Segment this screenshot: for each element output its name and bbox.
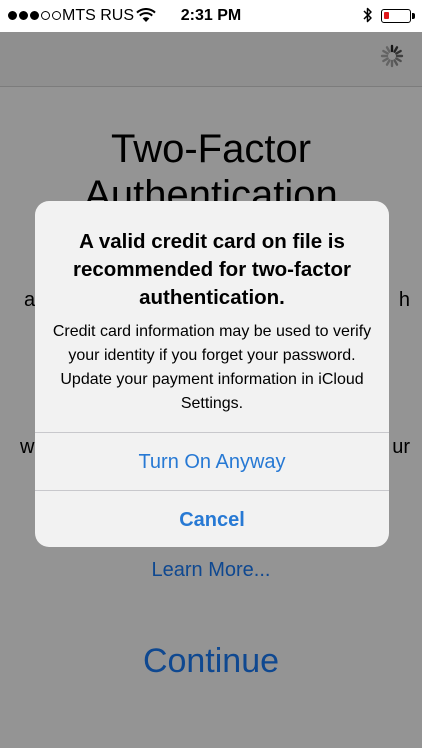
clock: 2:31 PM	[180, 7, 242, 24]
battery-level	[384, 12, 389, 19]
cancel-button[interactable]: Cancel	[35, 491, 389, 547]
bluetooth-icon	[363, 7, 372, 23]
alert-title: A valid credit card on file is recommend…	[73, 230, 351, 309]
battery-cap	[412, 13, 415, 19]
credit-card-alert: A valid credit card on file is recommend…	[35, 201, 389, 547]
status-bar: MTS RUS 2:31 PM	[0, 0, 422, 32]
battery-icon	[381, 9, 411, 23]
alert-message: Credit card information may be used to v…	[52, 323, 372, 412]
turn-on-anyway-button[interactable]: Turn On Anyway	[35, 433, 389, 491]
